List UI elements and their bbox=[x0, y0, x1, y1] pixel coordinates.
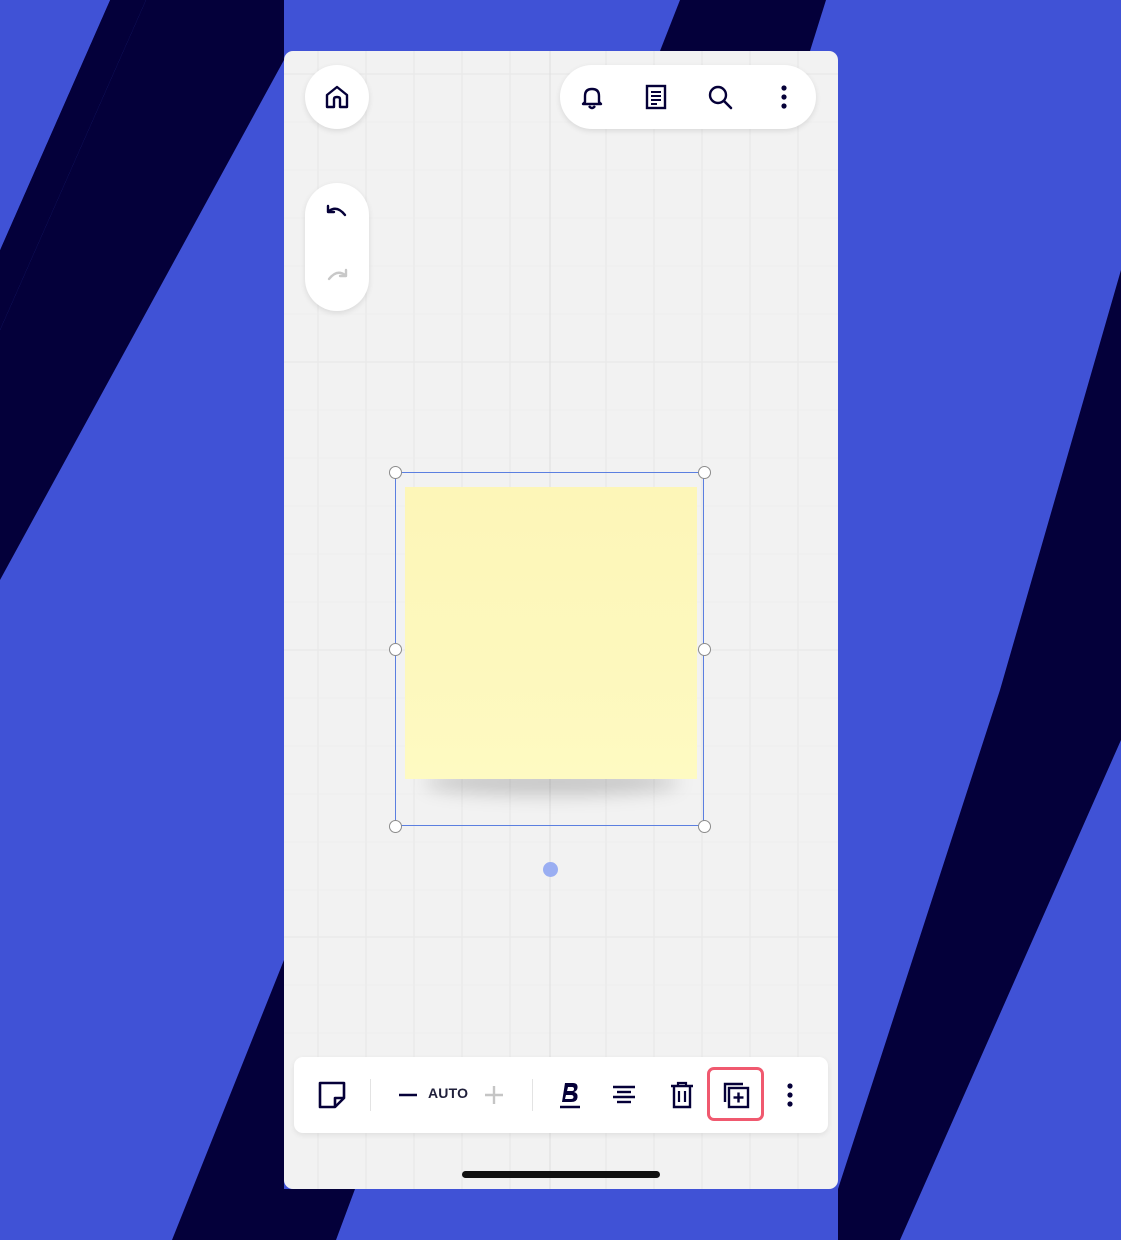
more-vertical-icon[interactable] bbox=[764, 77, 804, 117]
decrease-font-icon[interactable] bbox=[394, 1075, 422, 1115]
resize-handle-top-right[interactable] bbox=[698, 466, 711, 479]
align-center-icon[interactable] bbox=[604, 1075, 644, 1115]
more-vertical-icon[interactable] bbox=[770, 1075, 810, 1115]
bell-icon[interactable] bbox=[572, 77, 612, 117]
resize-handle-middle-left[interactable] bbox=[389, 643, 402, 656]
duplicate-icon[interactable] bbox=[716, 1075, 756, 1115]
resize-handle-middle-right[interactable] bbox=[698, 643, 711, 656]
resize-handle-bottom-left[interactable] bbox=[389, 820, 402, 833]
search-icon[interactable] bbox=[700, 77, 740, 117]
phone-screen: AUTO bbox=[284, 51, 838, 1189]
resize-handle-bottom-right[interactable] bbox=[698, 820, 711, 833]
home-icon bbox=[317, 77, 357, 117]
trash-icon[interactable] bbox=[662, 1075, 702, 1115]
connector-handle[interactable] bbox=[543, 862, 558, 877]
home-button[interactable] bbox=[305, 65, 369, 129]
increase-font-icon[interactable] bbox=[480, 1075, 508, 1115]
top-right-toolbar bbox=[560, 65, 816, 129]
bold-icon[interactable] bbox=[550, 1075, 590, 1115]
resize-handle-top-left[interactable] bbox=[389, 466, 402, 479]
selection-box bbox=[395, 472, 704, 826]
toolbar-divider bbox=[532, 1079, 533, 1111]
font-size-label[interactable]: AUTO bbox=[428, 1085, 468, 1101]
sticky-note-shape-icon[interactable] bbox=[312, 1075, 352, 1115]
home-indicator[interactable] bbox=[462, 1171, 660, 1178]
document-icon[interactable] bbox=[636, 77, 676, 117]
toolbar-divider bbox=[370, 1079, 371, 1111]
context-toolbar: AUTO bbox=[294, 1057, 828, 1133]
redo-icon[interactable] bbox=[317, 259, 357, 299]
undo-icon[interactable] bbox=[317, 195, 357, 235]
history-controls bbox=[305, 183, 369, 311]
